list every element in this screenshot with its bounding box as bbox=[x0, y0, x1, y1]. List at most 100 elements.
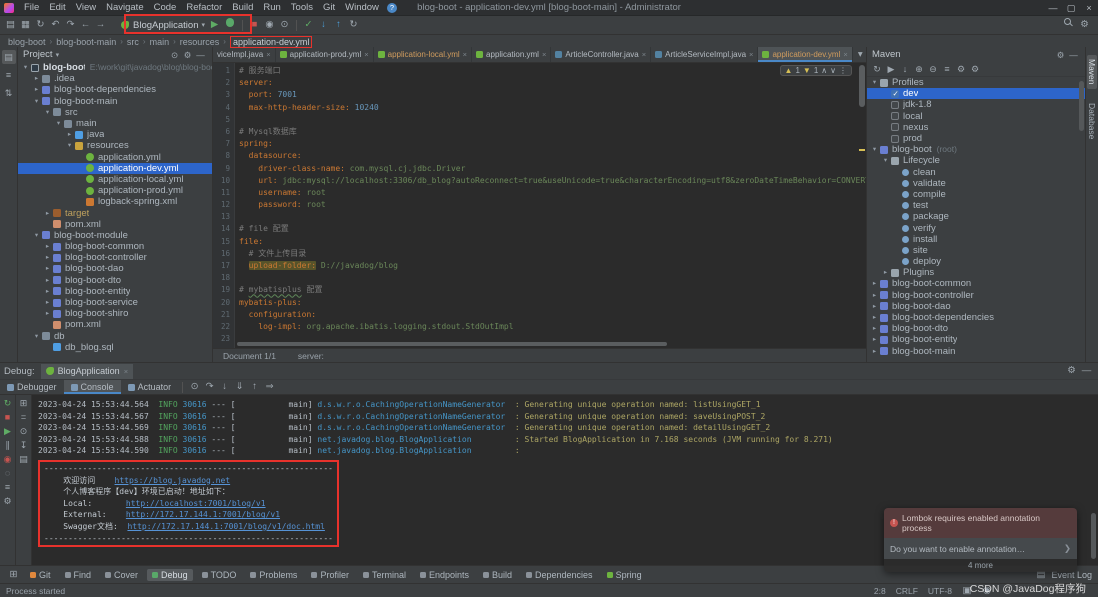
collapse-all-icon[interactable]: ⊖ bbox=[926, 62, 940, 76]
rerun-icon[interactable]: ↻ bbox=[1, 398, 15, 409]
editor-tab[interactable]: ArticleServiceImpl.java× bbox=[651, 47, 758, 62]
toolwindow-dependencies[interactable]: Dependencies bbox=[521, 569, 598, 581]
chevron-right-icon[interactable]: ▸ bbox=[881, 267, 890, 278]
download-icon[interactable]: ↓ bbox=[898, 62, 912, 76]
debug-tab-actuator[interactable]: Actuator bbox=[121, 380, 179, 394]
inspection-widget[interactable]: ▲1 ▼1 ∧ ∨ ⋮ bbox=[780, 65, 852, 76]
expand-all-icon[interactable]: ⊕ bbox=[912, 62, 926, 76]
settings-icon[interactable]: ⚙ bbox=[1064, 364, 1079, 378]
chevron-down-icon[interactable]: ▾ bbox=[32, 96, 41, 107]
project-icon[interactable]: ▤ bbox=[2, 50, 16, 64]
project-tree-item[interactable]: ▸blog-boot-dao bbox=[18, 263, 212, 274]
project-tree-item[interactable]: ▸blog-boot-entity bbox=[18, 286, 212, 297]
editor-tab[interactable]: ArticleController.java× bbox=[551, 47, 651, 62]
close-icon[interactable]: × bbox=[266, 50, 270, 59]
chevron-down-icon[interactable]: ▾ bbox=[56, 51, 60, 59]
chevron-down-icon[interactable]: ▾ bbox=[870, 144, 879, 155]
chevron-down-icon[interactable]: ▾ bbox=[853, 48, 866, 62]
breadcrumb-item[interactable]: src bbox=[127, 37, 139, 47]
filter-icon[interactable]: ≡ bbox=[940, 62, 954, 76]
toolwindow-todo[interactable]: TODO bbox=[197, 569, 242, 581]
project-tree-item[interactable]: ▸blog-boot-dependencies bbox=[18, 84, 212, 95]
help-menu-icon[interactable]: ? bbox=[387, 3, 397, 13]
print-icon[interactable]: ▤ bbox=[17, 454, 31, 465]
project-tree-item[interactable]: ▸blog-boot-service bbox=[18, 297, 212, 308]
project-tree-item[interactable]: ▸blog-boot-dto bbox=[18, 275, 212, 286]
profile-checkbox[interactable] bbox=[891, 123, 899, 131]
commit-icon[interactable]: ✓ bbox=[301, 18, 316, 32]
thread-dump-icon[interactable]: ≡ bbox=[1, 482, 15, 493]
next-chevron-icon[interactable]: ∨ bbox=[830, 66, 836, 75]
scroll-end-icon[interactable]: ↧ bbox=[17, 440, 31, 451]
editor-horizontal-scrollbar[interactable] bbox=[237, 342, 667, 346]
toolwindow-debug[interactable]: Debug bbox=[147, 569, 193, 581]
breadcrumb-item[interactable]: main bbox=[150, 37, 170, 47]
undo-icon[interactable]: ↶ bbox=[48, 18, 63, 32]
find-icon[interactable]: ⊙ bbox=[17, 426, 31, 437]
project-tree-item[interactable]: pom.xml bbox=[18, 219, 212, 230]
chevron-right-icon[interactable]: ▸ bbox=[32, 73, 41, 84]
evaluate-icon[interactable]: = bbox=[17, 412, 31, 423]
chevron-right-icon[interactable]: ▸ bbox=[870, 323, 879, 334]
chevron-down-icon[interactable]: ▾ bbox=[54, 118, 63, 129]
toolwindow-problems[interactable]: Problems bbox=[245, 569, 302, 581]
view-breakpoints-icon[interactable]: ◉ bbox=[1, 454, 15, 465]
debug-tab-console[interactable]: Console bbox=[64, 380, 121, 394]
close-icon[interactable]: × bbox=[749, 50, 753, 59]
project-tree-item[interactable]: ▸blog-boot-common bbox=[18, 241, 212, 252]
project-tree-item[interactable]: ▾src bbox=[18, 107, 212, 118]
stop-icon[interactable]: ■ bbox=[1, 412, 15, 423]
hide-icon[interactable]: — bbox=[1079, 364, 1094, 378]
menu-navigate[interactable]: Navigate bbox=[101, 2, 149, 13]
caret-position[interactable]: 2:8 bbox=[874, 586, 886, 596]
force-step-into-icon[interactable]: ⇓ bbox=[232, 380, 247, 394]
project-tree-item[interactable]: ▸blog-boot-controller bbox=[18, 252, 212, 263]
sync-icon[interactable]: ↻ bbox=[870, 62, 884, 76]
settings-icon[interactable]: ⚙ bbox=[1054, 48, 1067, 62]
code-lines[interactable]: # 服务端口server: port: 7001 max-http-header… bbox=[235, 63, 866, 348]
toolwindow-build[interactable]: Build bbox=[478, 569, 517, 581]
menu-window[interactable]: Window bbox=[340, 2, 384, 13]
maven-tree-item[interactable]: ▸blog-boot-common bbox=[867, 278, 1085, 289]
show-execution-point-icon[interactable]: ⊙ bbox=[187, 380, 202, 394]
project-tree-item[interactable]: application-dev.yml bbox=[18, 163, 212, 174]
chevron-right-icon[interactable]: ▸ bbox=[870, 278, 879, 289]
line-ending-indicator[interactable]: CRLF bbox=[896, 586, 918, 596]
chevron-right-icon[interactable]: ▸ bbox=[43, 286, 52, 297]
chevron-right-icon[interactable]: ▸ bbox=[43, 308, 52, 319]
project-tree-item[interactable]: application-local.yml bbox=[18, 174, 212, 185]
pull-requests-icon[interactable]: ⇅ bbox=[2, 86, 16, 100]
editor-tab[interactable]: application-prod.yml× bbox=[276, 47, 374, 62]
maven-tree-item[interactable]: local bbox=[867, 111, 1085, 122]
project-tree-item[interactable]: application.yml bbox=[18, 152, 212, 163]
close-icon[interactable]: × bbox=[124, 367, 128, 376]
chevron-right-icon[interactable]: ▸ bbox=[43, 241, 52, 252]
chevron-right-icon[interactable]: ▸ bbox=[43, 297, 52, 308]
locate-icon[interactable]: ⊙ bbox=[168, 48, 181, 62]
history-icon[interactable]: ↻ bbox=[346, 18, 361, 32]
close-icon[interactable]: × bbox=[542, 50, 546, 59]
editor-tab[interactable]: application.yml× bbox=[472, 47, 551, 62]
menu-view[interactable]: View bbox=[71, 2, 101, 13]
settings-icon[interactable]: ⚙ bbox=[1, 496, 15, 507]
chevron-right-icon[interactable]: ▸ bbox=[65, 129, 74, 140]
profile-checkbox[interactable] bbox=[891, 101, 899, 109]
chevron-down-icon[interactable]: ▾ bbox=[65, 140, 74, 151]
project-tree-item[interactable]: ▾main bbox=[18, 118, 212, 129]
maven-tree-item[interactable]: package bbox=[867, 211, 1085, 222]
maven-tree-item[interactable]: dev bbox=[867, 88, 1085, 99]
maven-tree-item[interactable]: ▾Lifecycle bbox=[867, 155, 1085, 166]
editor-tab[interactable]: application-local.yml× bbox=[374, 47, 472, 62]
console-link[interactable]: http://172.17.144.1:7001/blog/v1/doc.htm… bbox=[127, 522, 324, 531]
open-icon[interactable]: ▤ bbox=[3, 18, 18, 32]
prev-chevron-icon[interactable]: ∧ bbox=[821, 66, 827, 75]
hide-icon[interactable]: — bbox=[1067, 48, 1080, 62]
settings-icon[interactable]: ⚙ bbox=[181, 48, 194, 62]
maven-tree-item[interactable]: ▾blog-boot(root) bbox=[867, 144, 1085, 155]
project-tree-item[interactable]: ▸target bbox=[18, 207, 212, 218]
breadcrumb-item[interactable]: blog-boot bbox=[8, 37, 46, 47]
close-icon[interactable]: × bbox=[642, 50, 646, 59]
right-strip-maven[interactable]: Maven bbox=[1087, 55, 1097, 89]
maven-tree-item[interactable]: ▸blog-boot-dao bbox=[867, 301, 1085, 312]
coverage-icon[interactable]: ◉ bbox=[262, 18, 277, 32]
